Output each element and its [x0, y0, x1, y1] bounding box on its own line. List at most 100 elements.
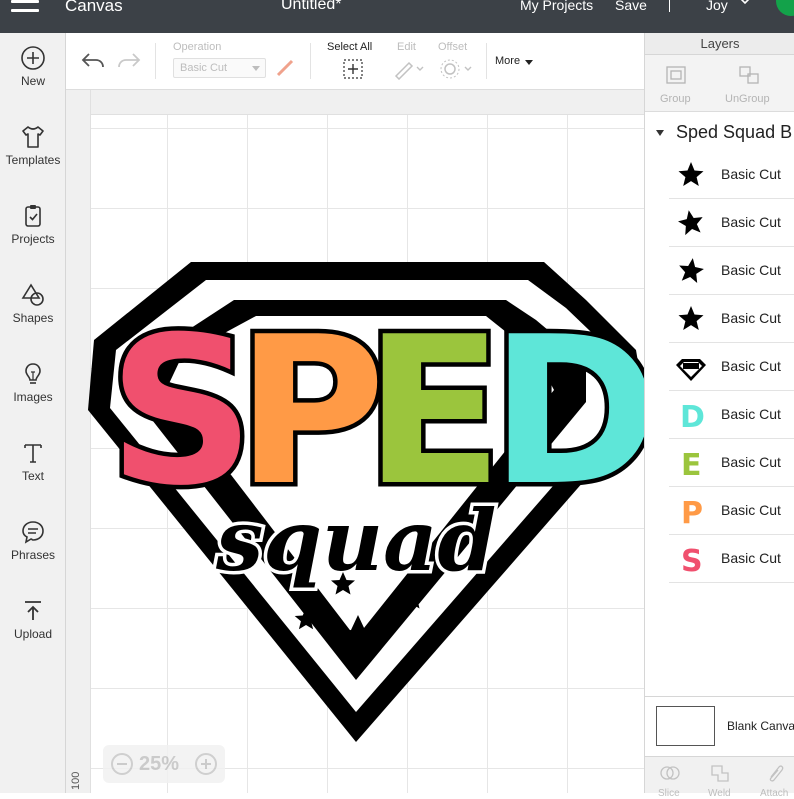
nav-phrases[interactable]: Phrases: [0, 519, 66, 589]
layer-row[interactable]: P Basic Cut: [669, 487, 794, 535]
save-button[interactable]: Save: [615, 0, 647, 13]
layer-row[interactable]: Basic Cut: [669, 343, 794, 391]
group-icon[interactable]: [665, 65, 687, 85]
edit-label: Edit: [397, 41, 416, 53]
nav-shapes[interactable]: Shapes: [0, 282, 66, 352]
caret-down-icon: [525, 60, 533, 65]
blank-canvas-swatch: [656, 706, 715, 746]
tshirt-icon: [22, 126, 44, 148]
layer-label: Basic Cut: [721, 262, 781, 278]
zoom-control: 25%: [103, 745, 225, 783]
letter-e-thumb-icon: E: [681, 448, 702, 479]
group-button[interactable]: Group: [660, 93, 691, 105]
nav-new-label: New: [20, 74, 45, 88]
letter-d[interactable]: D: [486, 290, 645, 536]
layers-panel: Layers Group UnGroup Sped Squad B Basic …: [644, 33, 794, 799]
nav-projects[interactable]: Projects: [0, 203, 66, 273]
operation-value: Basic Cut: [180, 62, 228, 74]
user-name[interactable]: Joy: [706, 0, 728, 13]
layer-row[interactable]: Basic Cut: [669, 199, 794, 247]
nav-text[interactable]: Text: [0, 440, 66, 510]
topbar-divider: [669, 0, 670, 12]
layer-row[interactable]: E Basic Cut: [669, 439, 794, 487]
layer-row[interactable]: Basic Cut: [669, 247, 794, 295]
redo-icon[interactable]: [116, 50, 142, 72]
select-all-label: Select All: [327, 41, 373, 53]
toolbar-separator: [310, 43, 311, 79]
layer-label: Basic Cut: [721, 166, 781, 182]
star-thumb-icon: [678, 162, 704, 186]
attach-icon[interactable]: [765, 763, 787, 783]
layer-group-header[interactable]: Sped Squad B: [645, 118, 794, 148]
menu-icon[interactable]: [11, 0, 41, 14]
layer-label: Basic Cut: [721, 310, 781, 326]
layer-row[interactable]: Basic Cut: [669, 295, 794, 343]
plus-icon: [201, 759, 211, 769]
undo-icon[interactable]: [80, 50, 106, 72]
design-canvas[interactable]: 100 S P E D squad 25%: [66, 90, 644, 793]
slice-icon[interactable]: [659, 763, 681, 783]
select-all-icon[interactable]: [342, 58, 364, 80]
top-bar: Canvas Untitled* My Projects Save Joy: [0, 0, 794, 33]
slice-button[interactable]: Slice: [658, 788, 680, 799]
plus-circle-icon: [21, 46, 45, 70]
layer-label: Basic Cut: [721, 454, 781, 470]
nav-upload[interactable]: Upload: [0, 598, 66, 668]
layer-row[interactable]: D Basic Cut: [669, 391, 794, 439]
zoom-out-button[interactable]: [111, 753, 133, 775]
more-menu[interactable]: More: [495, 55, 520, 67]
nav-projects-label: Projects: [11, 232, 55, 246]
edit-toolbar: Operation Basic Cut Select All Edit Offs…: [66, 33, 644, 90]
layer-row[interactable]: S Basic Cut: [669, 535, 794, 583]
weld-icon[interactable]: [709, 763, 731, 783]
nav-new[interactable]: New: [0, 45, 66, 115]
text-icon: [24, 444, 42, 463]
left-sidebar: New Templates Projects Shapes Images Tex…: [0, 33, 66, 793]
letter-d-thumb-icon: D: [680, 400, 705, 431]
lightbulb-icon: [25, 363, 41, 384]
star-thumb-icon: [678, 306, 704, 330]
nav-shapes-label: Shapes: [12, 311, 54, 325]
svg-text:P: P: [681, 496, 703, 527]
attach-button[interactable]: Attach: [760, 788, 788, 799]
svg-text:E: E: [681, 448, 702, 479]
chevron-down-icon[interactable]: [739, 0, 751, 7]
offset-icon[interactable]: [439, 58, 475, 80]
minus-icon: [117, 763, 127, 765]
zoom-in-button[interactable]: [195, 753, 217, 775]
layer-actions-bar: Slice Weld Attach: [645, 756, 794, 799]
nav-templates-label: Templates: [5, 153, 61, 167]
nav-images-label: Images: [13, 390, 53, 404]
nav-templates[interactable]: Templates: [0, 124, 66, 194]
caret-down-icon: [252, 66, 260, 71]
ungroup-icon[interactable]: [738, 65, 760, 85]
operation-select[interactable]: Basic Cut: [173, 58, 266, 78]
star-thumb-icon: [679, 258, 704, 283]
blank-canvas-row[interactable]: Blank Canvas: [645, 696, 794, 756]
linetype-color-icon[interactable]: [275, 58, 295, 78]
nav-images[interactable]: Images: [0, 361, 66, 431]
layer-label: Basic Cut: [721, 406, 781, 422]
toolbar-separator: [486, 43, 487, 79]
edit-icon[interactable]: [393, 58, 425, 80]
layer-row[interactable]: Basic Cut: [669, 151, 794, 199]
group-toolbar: Group UnGroup: [645, 55, 794, 112]
layer-label: Basic Cut: [721, 358, 781, 374]
weld-button[interactable]: Weld: [708, 788, 731, 799]
document-title[interactable]: Untitled*: [281, 0, 341, 14]
my-projects-link[interactable]: My Projects: [520, 0, 593, 13]
ungroup-button[interactable]: UnGroup: [725, 93, 770, 105]
sped-squad-design[interactable]: S P E D squad: [66, 90, 644, 793]
projects-icon: [25, 205, 41, 227]
shapes-icon: [21, 283, 44, 306]
nav-upload-label: Upload: [13, 627, 53, 641]
squad-script-text[interactable]: squad: [212, 488, 500, 594]
nav-phrases-label: Phrases: [10, 548, 56, 562]
layer-group-name: Sped Squad B: [676, 122, 793, 142]
letter-p-thumb-icon: P: [681, 496, 703, 527]
blank-canvas-label: Blank Canvas: [727, 719, 794, 733]
svg-text:S: S: [681, 544, 703, 575]
operation-label: Operation: [173, 41, 222, 53]
make-button[interactable]: [776, 0, 794, 16]
collapse-triangle-icon[interactable]: [656, 130, 664, 136]
